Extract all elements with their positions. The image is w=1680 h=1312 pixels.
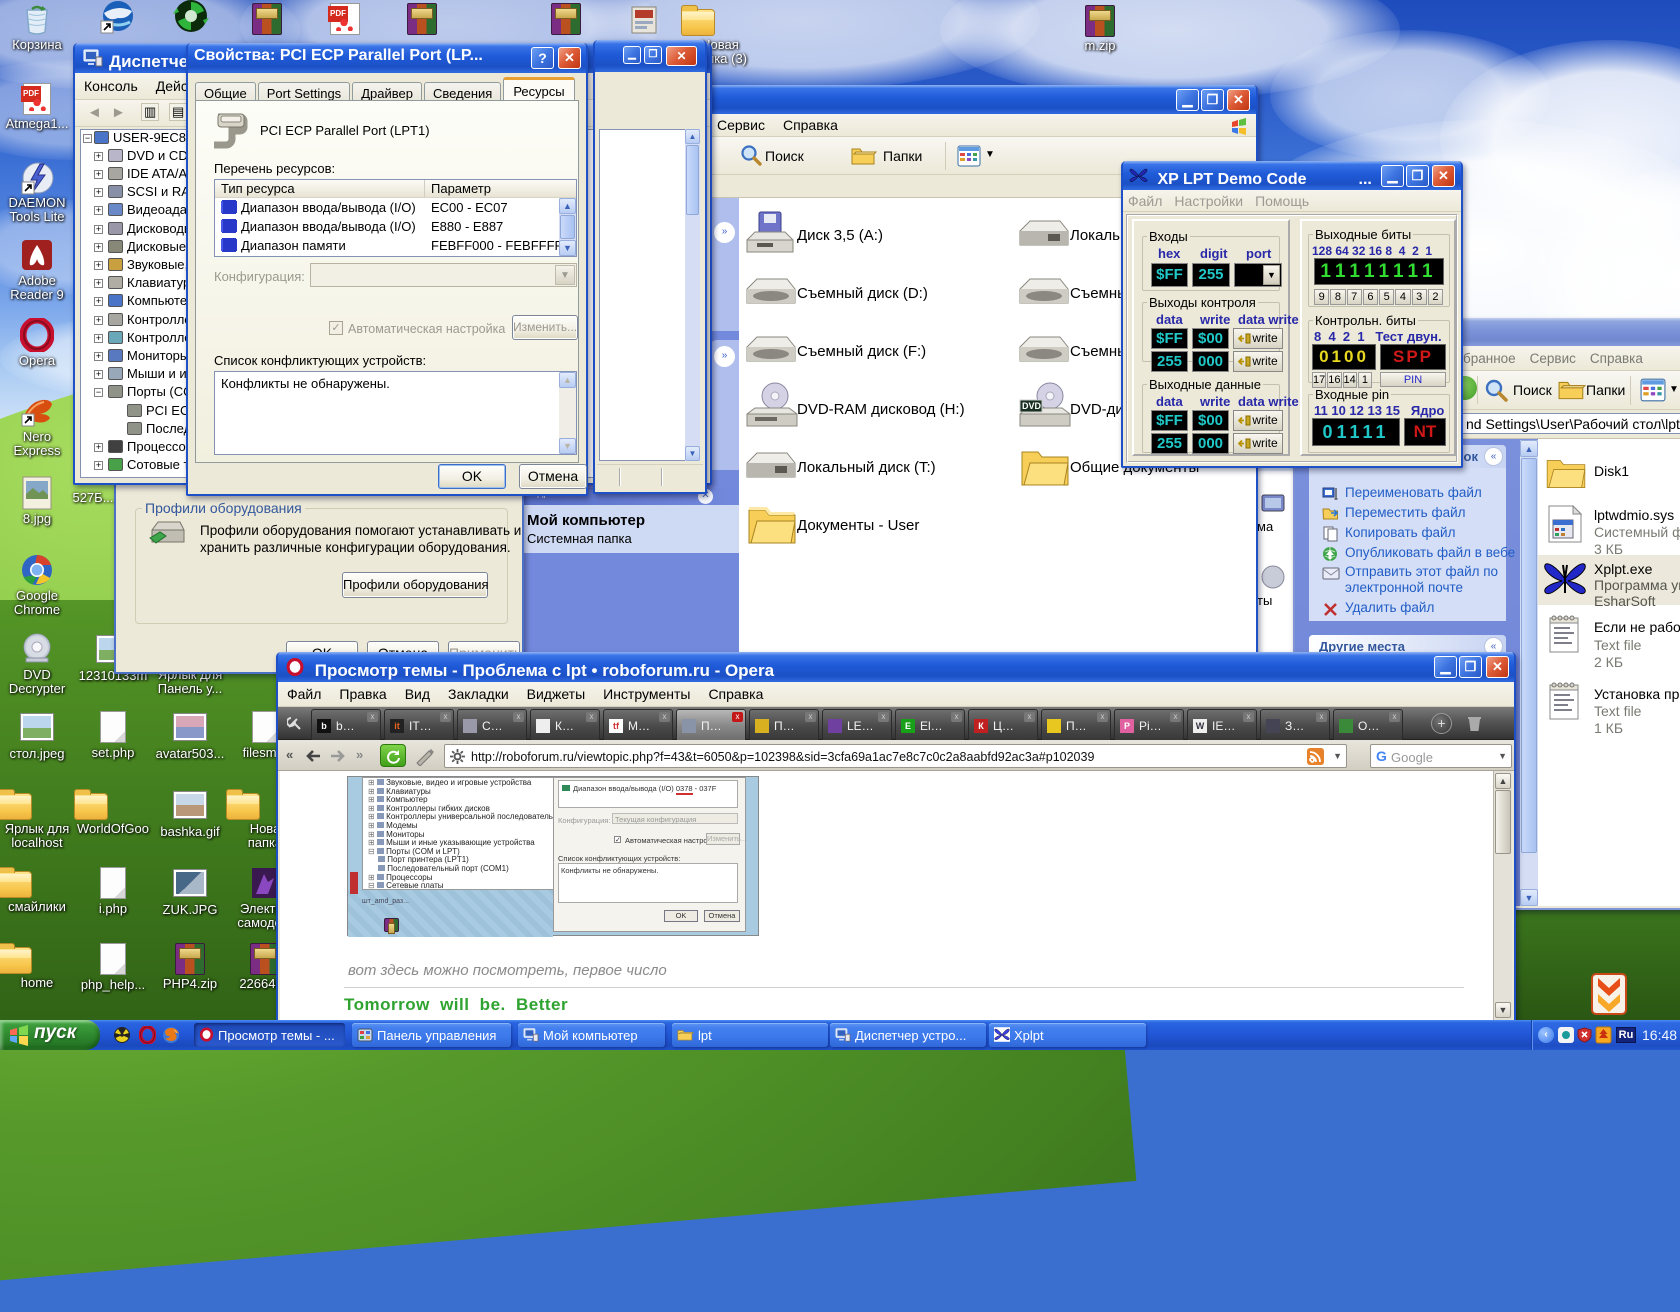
- svg-text:DVD: DVD: [1022, 401, 1042, 411]
